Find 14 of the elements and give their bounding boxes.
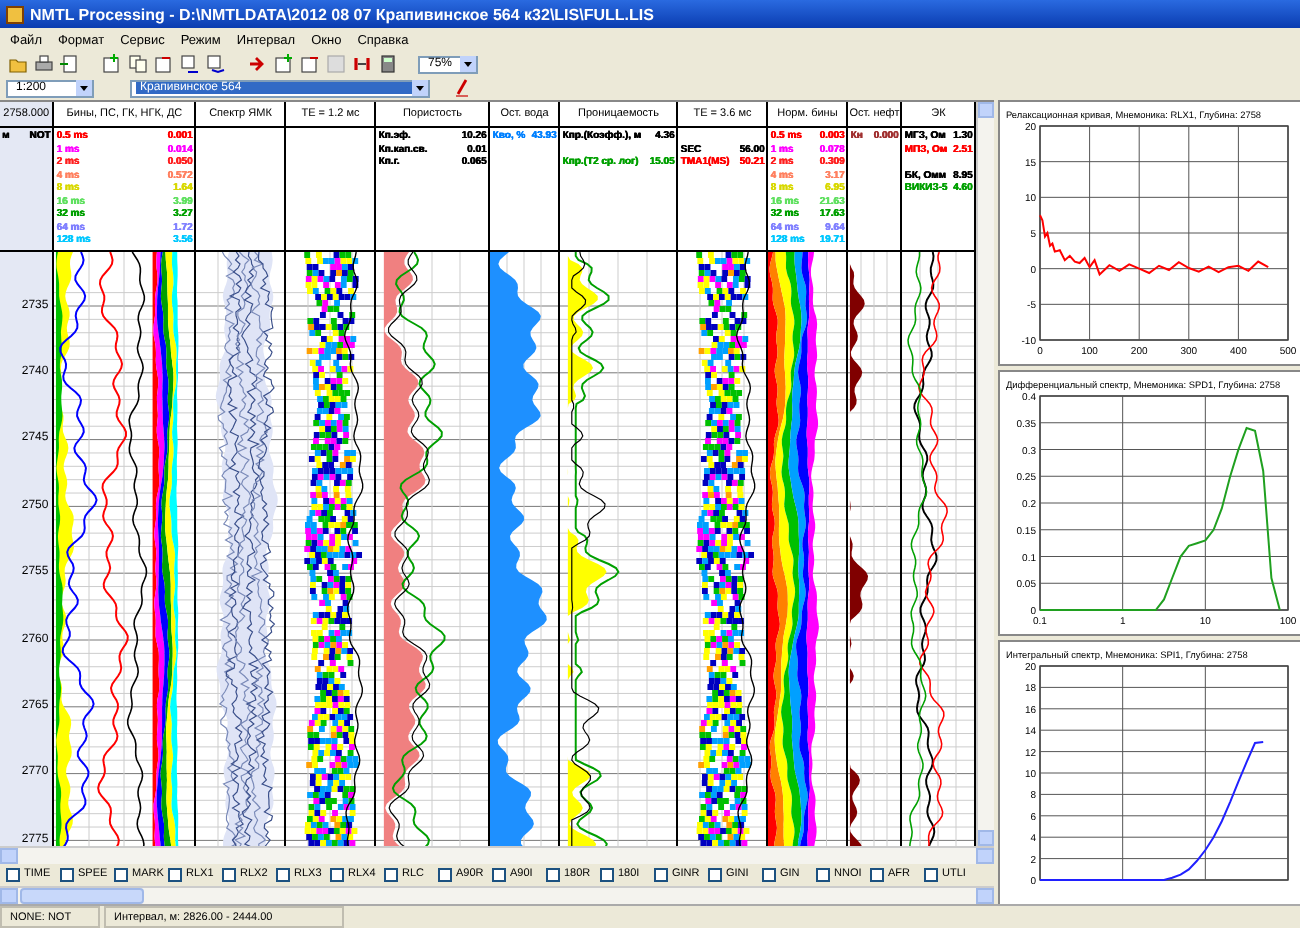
calculator-icon[interactable] <box>376 53 398 75</box>
app-icon <box>6 5 24 23</box>
horizontal-scrollbar[interactable] <box>0 885 994 904</box>
horizontal-scrollbar[interactable] <box>0 846 994 865</box>
dropdown-arrow-icon[interactable] <box>76 80 92 96</box>
document-icon[interactable] <box>58 53 80 75</box>
window-title: NMTL Processing - D:\NMTLDATA\2012 08 07 Крапивинское 564 к32\LIS\FULL.LIS <box>30 5 654 23</box>
printer-icon[interactable] <box>32 53 54 75</box>
dropdown-arrow-icon[interactable] <box>412 80 428 96</box>
vertical-scrollbar[interactable] <box>976 102 994 846</box>
dropdown-arrow-icon[interactable] <box>460 56 476 72</box>
copy-icon[interactable] <box>126 53 148 75</box>
arrow-icon[interactable] <box>246 53 268 75</box>
pen-icon[interactable] <box>450 77 472 99</box>
